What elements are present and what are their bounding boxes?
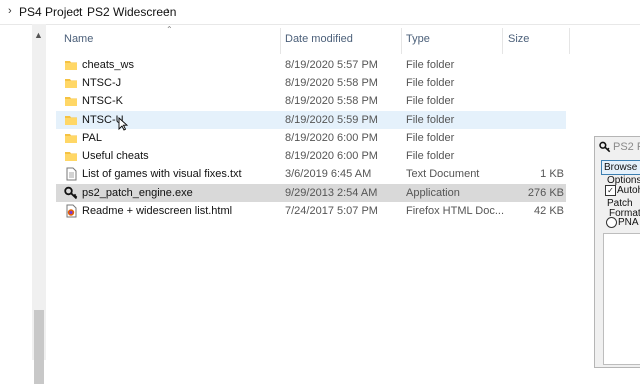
file-size: 276 KB xyxy=(527,187,564,199)
column-header-name[interactable]: Name xyxy=(64,33,93,45)
file-type: Application xyxy=(406,187,460,199)
file-name: NTSC-K xyxy=(82,95,123,107)
file-date: 8/19/2020 5:57 PM xyxy=(285,59,378,71)
file-name: NTSC-J xyxy=(82,77,122,89)
file-type: File folder xyxy=(406,77,455,89)
html-file-icon xyxy=(66,204,77,218)
file-type: Firefox HTML Doc... xyxy=(406,205,504,217)
file-date: 8/19/2020 6:00 PM xyxy=(285,132,378,144)
file-size: 42 KB xyxy=(534,205,564,217)
file-row-cheats-ws[interactable]: cheats_ws 8/19/2020 5:57 PM File folder xyxy=(56,56,566,74)
breadcrumb-item-ps2-widescreen[interactable]: PS2 Widescreen xyxy=(87,5,176,19)
file-type: File folder xyxy=(406,114,455,126)
file-size: 1 KB xyxy=(540,168,564,180)
file-date: 3/6/2019 6:45 AM xyxy=(285,168,372,180)
column-divider[interactable] xyxy=(280,28,281,54)
folder-icon xyxy=(65,97,77,106)
breadcrumb-item-ps4-project[interactable]: PS4 Project xyxy=(19,5,82,19)
address-bar[interactable]: › PS4 Project › PS2 Widescreen › xyxy=(0,0,640,25)
file-type: File folder xyxy=(406,132,455,144)
browse-button[interactable]: Browse xyxy=(601,160,640,175)
file-name: Readme + widescreen list.html xyxy=(82,205,233,217)
chevron-right-icon[interactable]: › xyxy=(8,5,12,17)
folder-icon xyxy=(65,152,77,161)
file-type: File folder xyxy=(406,59,455,71)
column-divider[interactable] xyxy=(569,28,570,54)
file-row-ntsc-k[interactable]: NTSC-K 8/19/2020 5:58 PM File folder xyxy=(56,92,566,110)
file-date: 7/24/2017 5:07 PM xyxy=(285,205,378,217)
sort-ascending-icon: ⌃ xyxy=(166,25,173,34)
file-row-useful-cheats[interactable]: Useful cheats 8/19/2020 6:00 PM File fol… xyxy=(56,147,566,165)
pna-label: PNA xyxy=(618,217,639,228)
file-type: Text Document xyxy=(406,168,480,180)
chevron-right-icon[interactable]: › xyxy=(76,5,80,17)
folder-icon xyxy=(65,61,77,70)
file-date: 8/19/2020 5:58 PM xyxy=(285,95,378,107)
key-app-icon xyxy=(64,186,78,200)
mouse-cursor-icon xyxy=(118,117,128,131)
folder-icon xyxy=(65,116,77,125)
column-header-size[interactable]: Size xyxy=(508,33,529,45)
folder-icon xyxy=(65,79,77,88)
file-name: List of games with visual fixes.txt xyxy=(82,168,242,180)
ps2-patch-engine-window[interactable]: PS2 Pa Browse Options ✓ Autoh Patch Form… xyxy=(594,136,640,368)
file-row-pal[interactable]: PAL 8/19/2020 6:00 PM File folder xyxy=(56,129,566,147)
file-date: 8/19/2020 6:00 PM xyxy=(285,150,378,162)
file-name: Useful cheats xyxy=(82,150,149,162)
navigation-pane-scrollbar[interactable]: ▲ xyxy=(32,24,46,384)
file-date: 8/19/2020 5:59 PM xyxy=(285,114,378,126)
file-row-readme[interactable]: Readme + widescreen list.html 7/24/2017 … xyxy=(56,202,566,220)
output-panel xyxy=(603,233,640,365)
file-row-ps2-patch-engine[interactable]: ps2_patch_engine.exe 9/29/2013 2:54 AM A… xyxy=(56,184,566,202)
file-name: cheats_ws xyxy=(82,59,134,71)
file-date: 8/19/2020 5:58 PM xyxy=(285,77,378,89)
key-app-icon xyxy=(599,141,611,153)
file-name: PAL xyxy=(82,132,102,144)
column-divider[interactable] xyxy=(401,28,402,54)
chevron-right-icon[interactable]: › xyxy=(166,5,170,17)
file-name: ps2_patch_engine.exe xyxy=(82,187,193,199)
column-divider[interactable] xyxy=(502,28,503,54)
scroll-thumb[interactable] xyxy=(34,310,44,384)
folder-icon xyxy=(65,134,77,143)
column-header-type[interactable]: Type xyxy=(406,33,430,45)
file-date: 9/29/2013 2:54 AM xyxy=(285,187,378,199)
file-row-list-of-games[interactable]: List of games with visual fixes.txt 3/6/… xyxy=(56,165,566,183)
file-type: File folder xyxy=(406,95,455,107)
window-title: PS2 Pa xyxy=(613,141,640,153)
scroll-up-arrow-icon[interactable]: ▲ xyxy=(34,30,43,40)
file-row-ntsc-j[interactable]: NTSC-J 8/19/2020 5:58 PM File folder xyxy=(56,74,566,92)
column-header-date-modified[interactable]: Date modified xyxy=(285,33,353,45)
autoh-checkbox[interactable]: ✓ xyxy=(605,185,616,196)
file-type: File folder xyxy=(406,150,455,162)
pna-radio[interactable] xyxy=(606,217,617,228)
text-file-icon xyxy=(66,167,77,181)
file-row-ntsc-u[interactable]: NTSC-U 8/19/2020 5:59 PM File folder xyxy=(56,111,566,129)
autoh-label: Autoh xyxy=(617,185,640,196)
